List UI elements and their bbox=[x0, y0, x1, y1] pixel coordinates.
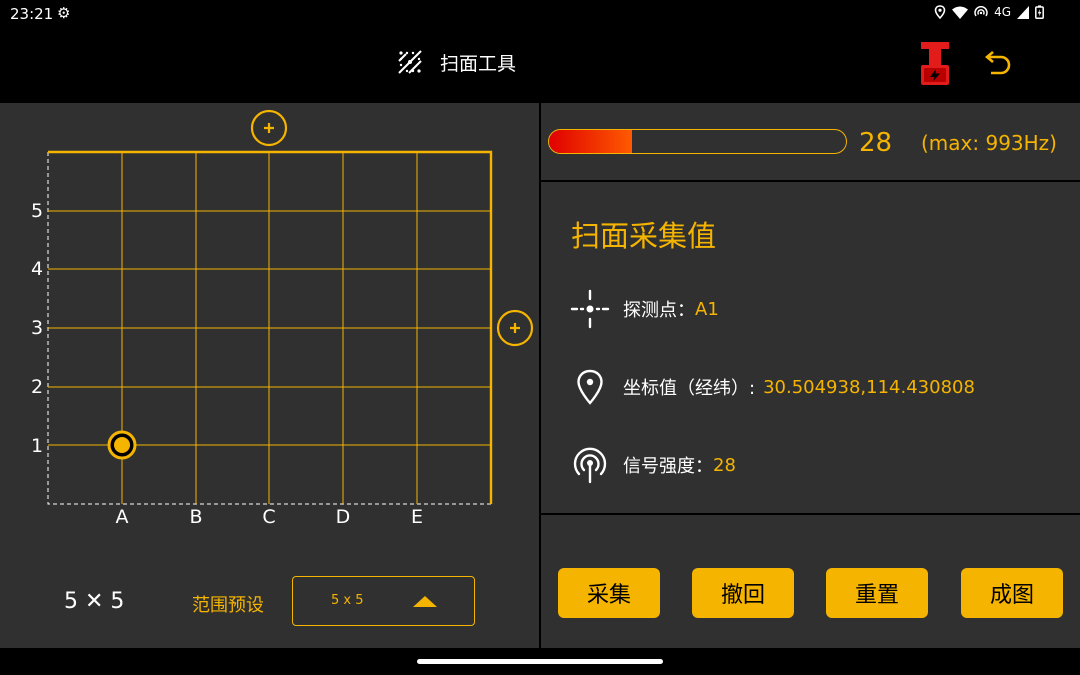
signal-max: (max: 993Hz) bbox=[921, 131, 1057, 155]
crosshair-icon bbox=[569, 288, 611, 330]
generate-map-button[interactable]: 成图 bbox=[961, 568, 1063, 618]
column-label: E bbox=[411, 506, 423, 528]
signal-progress-bar bbox=[548, 129, 847, 154]
row-label: 2 bbox=[31, 376, 43, 398]
broadcast-icon bbox=[569, 444, 611, 486]
scan-grid: 1 2 3 4 5 A B C D E bbox=[31, 109, 534, 528]
column-label: C bbox=[262, 506, 275, 528]
row-label: 1 bbox=[31, 435, 43, 457]
signal-value: 28 bbox=[859, 128, 893, 158]
column-label: A bbox=[116, 506, 129, 528]
probe-point-row: 探测点： A1 bbox=[569, 287, 719, 331]
network-type: 4G bbox=[994, 5, 1011, 19]
signal-strength-row: 信号强度： 28 bbox=[569, 443, 736, 487]
page-title: 扫面工具 bbox=[440, 52, 517, 75]
signal-strength-label: 信号强度： bbox=[623, 456, 713, 477]
signal-meter: 28 (max: 993Hz) bbox=[541, 103, 1080, 181]
column-label: D bbox=[336, 506, 351, 528]
status-bar: 23:21 ⚙ 4G bbox=[0, 0, 1080, 28]
preset-dropdown[interactable]: 5 x 5 bbox=[292, 576, 475, 626]
probe-point-value: A1 bbox=[695, 298, 719, 320]
row-label: 4 bbox=[31, 258, 43, 280]
coordinate-row: 坐标值（经纬）: 30.504938,114.430808 bbox=[569, 365, 975, 409]
grid-panel: 1 2 3 4 5 A B C D E 5 ✕ 5 范围预设 5 x 5 bbox=[0, 103, 539, 648]
hotspot-icon bbox=[974, 5, 988, 16]
battery-icon bbox=[1035, 5, 1044, 19]
signal-strength-value: 28 bbox=[713, 454, 736, 476]
row-label: 5 bbox=[31, 200, 43, 222]
probe-point-label: 探测点： bbox=[623, 300, 695, 321]
preset-label: 范围预设 bbox=[192, 595, 264, 616]
scan-grid-icon bbox=[398, 50, 422, 74]
preset-selected-value: 5 x 5 bbox=[331, 593, 364, 608]
location-icon bbox=[934, 5, 946, 19]
add-column-button[interactable] bbox=[250, 109, 288, 147]
column-label: B bbox=[189, 506, 202, 528]
grid-size-label: 5 ✕ 5 bbox=[64, 589, 125, 614]
signal-progress-fill bbox=[549, 130, 633, 153]
section-divider bbox=[541, 513, 1080, 515]
info-panel: 28 (max: 993Hz) 扫面采集值 探测点： A1 坐标值（经纬）: 3… bbox=[541, 103, 1080, 648]
section-divider bbox=[541, 180, 1080, 182]
undo-button[interactable]: 撤回 bbox=[692, 568, 794, 618]
status-time: 23:21 bbox=[10, 5, 54, 23]
return-arrow-icon[interactable] bbox=[980, 48, 1012, 84]
header-title-group: 扫面工具 bbox=[396, 48, 516, 76]
collect-button[interactable]: 采集 bbox=[558, 568, 660, 618]
reset-button[interactable]: 重置 bbox=[826, 568, 928, 618]
navigation-bar bbox=[0, 648, 1080, 675]
add-row-button[interactable] bbox=[496, 309, 534, 347]
location-pin-icon bbox=[569, 366, 611, 408]
coordinate-label: 坐标值（经纬）: bbox=[623, 378, 756, 399]
section-title: 扫面采集值 bbox=[571, 219, 717, 253]
chevron-up-icon bbox=[413, 596, 437, 607]
selected-point-marker[interactable] bbox=[107, 430, 137, 460]
gear-icon: ⚙ bbox=[57, 4, 71, 22]
device-battery-alert-icon[interactable] bbox=[918, 41, 952, 91]
app-header: 扫面工具 bbox=[0, 28, 1080, 103]
home-indicator[interactable] bbox=[417, 659, 663, 664]
coordinate-value: 30.504938,114.430808 bbox=[763, 376, 975, 398]
row-label: 3 bbox=[31, 317, 43, 339]
app-root: 23:21 ⚙ 4G 扫面工具 1 2 3 4 5 A B C D E 5 ✕ … bbox=[0, 0, 1080, 675]
wifi-icon bbox=[952, 6, 969, 19]
cell-signal-icon bbox=[1017, 5, 1029, 19]
status-icons: 4G bbox=[934, 5, 1044, 19]
